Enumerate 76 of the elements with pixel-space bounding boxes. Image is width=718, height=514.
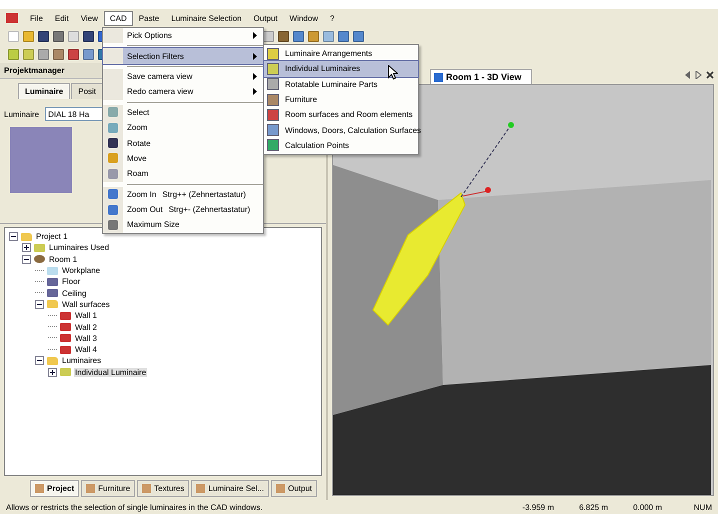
tab[interactable]: Posit xyxy=(71,83,104,99)
tree-item[interactable]: Workplane xyxy=(61,266,102,276)
y-coordinate: 6.825 m xyxy=(578,502,608,512)
tree-item[interactable]: Floor xyxy=(61,277,82,286)
menu-item[interactable]: Save camera view xyxy=(103,68,263,84)
collapse-icon[interactable] xyxy=(35,300,44,309)
z-coordinate: 0.000 m xyxy=(632,502,662,512)
toolbar-icon[interactable] xyxy=(53,48,64,60)
vertical-axis-handle[interactable] xyxy=(460,122,514,198)
expand-icon[interactable] xyxy=(48,368,57,377)
menu-item[interactable]: Luminaire Selection xyxy=(165,10,248,26)
close-icon[interactable] xyxy=(706,71,714,79)
tree-item[interactable]: Ceiling xyxy=(61,288,88,298)
toolbar-icon[interactable] xyxy=(68,48,79,60)
tree-item[interactable]: Wall 4 xyxy=(74,345,98,354)
tree-item[interactable]: Wall 1 xyxy=(74,311,98,320)
status-message: Allows or restricts the selection of single luminaires in the CAD windows. xyxy=(6,502,263,512)
menu-item[interactable]: Window xyxy=(284,10,324,26)
menu-item[interactable]: Zoom Out Strg+- (Zehnertastatur) xyxy=(103,202,263,218)
menu-item[interactable]: Calculation Points xyxy=(264,138,418,154)
menu-item[interactable]: Selection Filters xyxy=(103,48,263,64)
scroll-right-icon[interactable] xyxy=(695,71,702,79)
menu-item[interactable]: Move xyxy=(103,150,263,166)
menu-item[interactable]: Rotate xyxy=(103,135,263,151)
toolbar-icon[interactable] xyxy=(278,30,289,42)
tab[interactable]: Project xyxy=(30,480,80,497)
collapse-icon[interactable] xyxy=(22,254,31,264)
tab[interactable]: Textures xyxy=(137,480,190,497)
tree-item[interactable]: Wall 3 xyxy=(74,334,98,343)
tree-item[interactable]: Individual Luminaire xyxy=(74,368,148,377)
toolbar-icon[interactable] xyxy=(353,30,364,42)
tab[interactable]: Luminaire xyxy=(18,83,70,99)
photo-placeholder xyxy=(10,127,72,193)
menu-item[interactable]: Output xyxy=(248,10,284,26)
tree-item[interactable]: Wall 2 xyxy=(74,322,98,332)
tree-item[interactable]: Luminaires xyxy=(61,356,102,366)
x-coordinate: -3.959 m xyxy=(521,502,554,512)
num-lock-indicator: NUM xyxy=(692,502,712,512)
menu-item[interactable]: CAD xyxy=(104,10,133,26)
tab[interactable]: Luminaire Sel... xyxy=(191,480,269,497)
menu-item[interactable]: Paste xyxy=(132,10,166,26)
toolbar-icon[interactable] xyxy=(338,30,349,42)
menu-item[interactable]: Edit xyxy=(48,10,75,26)
menu-item[interactable]: Pick Options xyxy=(103,28,263,44)
mouse-pointer-icon xyxy=(388,65,398,80)
toolbar-icon[interactable] xyxy=(293,30,304,42)
field-label: Luminaire xyxy=(4,110,40,118)
tree-item[interactable]: Luminaires Used xyxy=(48,243,110,252)
menu-item[interactable]: Individual Luminaires xyxy=(264,61,418,77)
tree-item[interactable]: Project 1 xyxy=(35,232,69,242)
menu-item[interactable]: File xyxy=(24,10,49,26)
menu-item[interactable]: Roam xyxy=(103,166,263,182)
menu-item[interactable]: Room surfaces and Room elements xyxy=(264,107,418,122)
tree-item[interactable]: Wall surfaces xyxy=(61,300,111,309)
tree-item[interactable]: Room 1 xyxy=(48,254,78,264)
menu-item[interactable]: Maximum Size xyxy=(103,217,263,233)
menu-item[interactable]: Zoom In Strg++ (Zehnertastatur) xyxy=(103,186,263,202)
collapse-icon[interactable] xyxy=(35,356,44,366)
collapse-icon[interactable] xyxy=(9,232,18,242)
menu-item[interactable]: Luminaire Arrangements xyxy=(264,46,418,62)
tab[interactable]: Output xyxy=(270,480,317,497)
menu-item[interactable]: Furniture xyxy=(264,92,418,108)
horizontal-axis-handle[interactable] xyxy=(462,187,491,196)
scroll-left-icon[interactable] xyxy=(684,71,691,79)
toolbar-icon[interactable] xyxy=(53,30,64,42)
tab[interactable]: Furniture xyxy=(81,480,136,497)
menu-item[interactable]: Redo camera view xyxy=(103,84,263,100)
menu-item[interactable]: Select xyxy=(103,104,263,120)
toolbar-icon[interactable] xyxy=(38,30,49,42)
menu-item[interactable]: Rotatable Luminaire Parts xyxy=(264,76,418,92)
expand-icon[interactable] xyxy=(22,243,31,252)
menu-item[interactable]: View xyxy=(74,10,104,26)
toolbar-icon[interactable] xyxy=(83,30,94,42)
tab[interactable]: Room 1 - 3D View xyxy=(430,69,532,84)
menu-item[interactable]: ? xyxy=(324,10,340,26)
menu-item[interactable]: Zoom xyxy=(103,120,263,136)
